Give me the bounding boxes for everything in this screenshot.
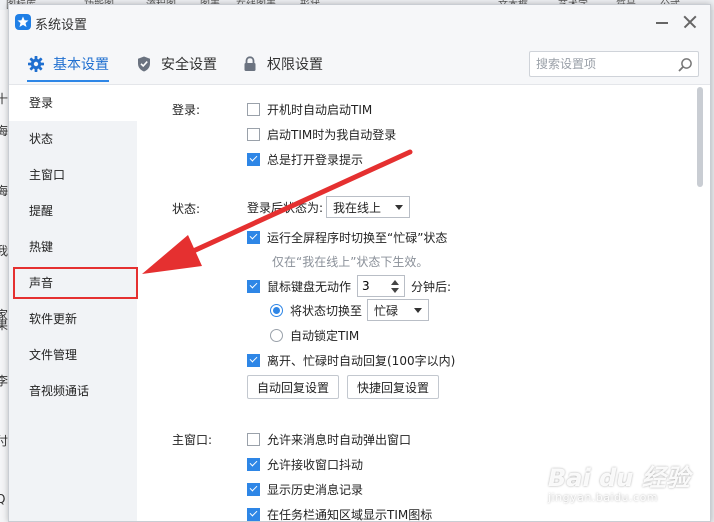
tab-bar: 基本设置 安全设置 权限设置 bbox=[9, 41, 710, 85]
option-switch-status: 将状态切换至 忙碌 bbox=[270, 298, 430, 322]
settings-dialog: 系统设置 基本设置 安全设置 权限设置 搜索设置项 登录 状态 主窗口 提醒 热… bbox=[8, 4, 711, 522]
sidebar-item-software-update[interactable]: 软件更新 bbox=[9, 301, 137, 337]
quick-reply-settings-button[interactable]: 快捷回复设置 bbox=[347, 375, 439, 399]
tab-permission-settings[interactable]: 权限设置 bbox=[241, 53, 323, 75]
option-label: 总是打开登录提示 bbox=[267, 152, 364, 167]
checkbox[interactable] bbox=[247, 102, 260, 116]
checkbox[interactable] bbox=[247, 279, 260, 293]
option-label: 允许来消息时自动弹出窗口 bbox=[267, 432, 412, 447]
sidebar-item-sound[interactable]: 声音 bbox=[9, 265, 137, 301]
chevron-down-icon bbox=[395, 205, 404, 210]
bg-list-glyph: Q bbox=[0, 492, 6, 506]
select-value: 忙碌 bbox=[374, 303, 399, 318]
sidebar-item-login[interactable]: 登录 bbox=[9, 85, 137, 121]
after-login-label: 登录后状态为: bbox=[247, 200, 324, 215]
option-idle: 鼠标键盘无动作 分钟后: bbox=[247, 275, 451, 297]
bg-list-glyph: 付 bbox=[0, 434, 9, 448]
tab-label: 安全设置 bbox=[161, 57, 217, 73]
checkbox[interactable] bbox=[247, 127, 260, 141]
tim-logo-icon bbox=[15, 14, 31, 30]
title-bar[interactable]: 系统设置 bbox=[9, 5, 710, 41]
option-label: 鼠标键盘无动作 bbox=[267, 279, 352, 294]
option-label: 在任务栏通知区域显示TIM图标 bbox=[267, 507, 433, 522]
section-label-login: 登录: bbox=[172, 103, 201, 117]
option-label: 启动TIM时为我自动登录 bbox=[267, 127, 397, 142]
idle-minutes-stepper[interactable] bbox=[357, 275, 406, 297]
option-label: 允许接收窗口抖动 bbox=[267, 457, 364, 472]
bg-list-glyph: 果 bbox=[0, 318, 9, 332]
dialog-title: 系统设置 bbox=[35, 18, 88, 33]
fullscreen-hint: 仅在“我在线上”状态下生效。 bbox=[272, 255, 429, 269]
select-value: 我在线上 bbox=[333, 200, 382, 215]
option-label: 将状态切换至 bbox=[290, 303, 363, 318]
radio-button[interactable] bbox=[270, 303, 283, 317]
tab-label: 权限设置 bbox=[267, 57, 323, 73]
vertical-scrollbar[interactable] bbox=[697, 87, 703, 187]
option-label: 开机时自动启动TIM bbox=[267, 102, 373, 117]
section-label-main-window: 主窗口: bbox=[172, 433, 213, 447]
radio-button[interactable] bbox=[270, 328, 283, 342]
option-auto-lock[interactable]: 自动锁定TIM bbox=[270, 326, 359, 344]
section-label-status: 状态: bbox=[172, 202, 201, 216]
idle-minutes-input[interactable] bbox=[362, 278, 389, 294]
option-label: 运行全屏程序时切换至“忙碌”状态 bbox=[267, 230, 448, 245]
bg-list-glyph: 十 bbox=[0, 92, 9, 106]
sidebar-item-av-call[interactable]: 音视频通话 bbox=[9, 373, 137, 409]
option-auto-login[interactable]: 启动TIM时为我自动登录 bbox=[247, 125, 396, 143]
option-auto-start[interactable]: 开机时自动启动TIM bbox=[247, 100, 372, 118]
checkbox[interactable] bbox=[247, 507, 260, 521]
after-login-status-select[interactable]: 我在线上 bbox=[326, 196, 411, 218]
sidebar-item-file-management[interactable]: 文件管理 bbox=[9, 337, 137, 373]
checkbox[interactable] bbox=[247, 482, 260, 496]
sidebar-item-reminder[interactable]: 提醒 bbox=[9, 193, 137, 229]
checkbox[interactable] bbox=[247, 353, 260, 367]
option-show-history[interactable]: 显示历史消息记录 bbox=[247, 480, 363, 498]
search-icon[interactable] bbox=[676, 56, 694, 74]
option-fullscreen-busy[interactable]: 运行全屏程序时切换至“忙碌”状态 bbox=[247, 228, 447, 246]
bg-list-glyph: 李 bbox=[0, 374, 9, 388]
sidebar-item-status[interactable]: 状态 bbox=[9, 121, 137, 157]
tab-basic-settings[interactable]: 基本设置 bbox=[27, 53, 109, 82]
sidebar-item-main-window[interactable]: 主窗口 bbox=[9, 157, 137, 193]
checkbox[interactable] bbox=[247, 457, 260, 471]
gear-icon bbox=[27, 55, 45, 73]
chevron-down-icon bbox=[414, 308, 423, 313]
option-window-shake[interactable]: 允许接收窗口抖动 bbox=[247, 455, 363, 473]
option-popup-on-message[interactable]: 允许来消息时自动弹出窗口 bbox=[247, 430, 411, 448]
option-tray-icon[interactable]: 在任务栏通知区域显示TIM图标 bbox=[247, 505, 433, 522]
settings-sidebar: 登录 状态 主窗口 提醒 热键 声音 软件更新 文件管理 音视频通话 bbox=[9, 85, 137, 521]
idle-suffix-label: 分钟后: bbox=[411, 279, 452, 294]
checkbox[interactable] bbox=[247, 432, 260, 446]
search-input[interactable] bbox=[536, 55, 668, 73]
settings-content: 登录: 开机时自动启动TIM 启动TIM时为我自动登录 总是打开登录提示 状态:… bbox=[137, 85, 710, 522]
auto-reply-settings-button[interactable]: 自动回复设置 bbox=[247, 375, 339, 399]
checkbox[interactable] bbox=[247, 230, 260, 244]
minimize-button[interactable] bbox=[653, 13, 671, 31]
stepper-down-icon[interactable] bbox=[391, 288, 400, 293]
stepper-up-icon[interactable] bbox=[391, 280, 400, 285]
bg-list-glyph: 海 bbox=[0, 184, 9, 198]
option-label: 自动锁定TIM bbox=[290, 328, 360, 343]
checkbox[interactable] bbox=[247, 152, 260, 166]
switch-status-select[interactable]: 忙碌 bbox=[367, 299, 430, 321]
shield-icon bbox=[135, 55, 153, 73]
close-button[interactable] bbox=[681, 13, 699, 31]
option-label: 离开、忙碌时自动回复(100字以内) bbox=[267, 353, 456, 368]
lock-icon bbox=[241, 55, 259, 73]
option-auto-reply[interactable]: 离开、忙碌时自动回复(100字以内) bbox=[247, 351, 455, 369]
tab-security-settings[interactable]: 安全设置 bbox=[135, 53, 217, 75]
bg-list-glyph: 海 bbox=[0, 124, 9, 138]
option-login-prompt[interactable]: 总是打开登录提示 bbox=[247, 150, 363, 168]
sidebar-item-hotkey[interactable]: 热键 bbox=[9, 229, 137, 265]
bg-list-glyph: 我 bbox=[0, 244, 9, 258]
search-box[interactable] bbox=[529, 51, 699, 77]
tab-label: 基本设置 bbox=[53, 57, 109, 73]
option-label: 显示历史消息记录 bbox=[267, 482, 364, 497]
after-login-status-row: 登录后状态为: 我在线上 bbox=[247, 195, 411, 219]
